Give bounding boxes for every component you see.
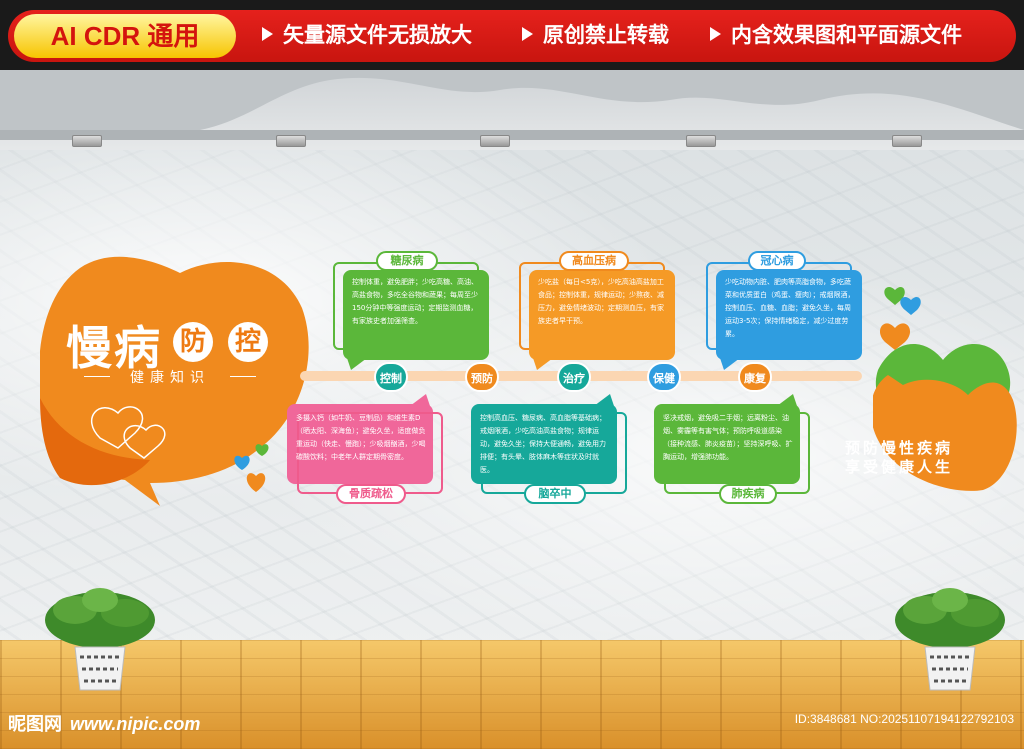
ceiling-light <box>276 135 306 147</box>
card-tail <box>533 358 553 370</box>
card-tail <box>347 358 367 370</box>
title-char-circle: 控 <box>228 322 268 362</box>
osteoporosis-label: 骨质疏松 <box>336 484 406 504</box>
ceiling-light <box>480 135 510 147</box>
card-tail <box>777 394 797 406</box>
banner-item-3: 内含效果图和平面源文件 <box>710 20 962 50</box>
title-char-circle: 防 <box>173 322 213 362</box>
ceiling-light <box>686 135 716 147</box>
slogan-line-2: 享受健康人生 <box>845 458 954 476</box>
watermark-id: ID:3848681 NO:20251107194122792103 <box>794 712 1014 726</box>
banner-item-1: 矢量源文件无损放大 <box>262 20 472 50</box>
top-banner: AI CDR 通用 矢量源文件无损放大 原创禁止转载 内含效果图和平面源文件 <box>0 0 1024 70</box>
card-tail <box>594 394 614 406</box>
hypertension-text: 少吃盐（每日<5克），少吃高油高盐加工食品；控制体重，规律运动；少熬夜、减压力，… <box>538 278 664 325</box>
ceiling-soffit <box>0 70 1024 140</box>
slogan-line-1: 预防慢性疾病 <box>845 439 954 457</box>
potted-plant-left <box>45 588 155 691</box>
stroke-label: 脑卒中 <box>524 484 586 504</box>
watermark-site: 昵图网 www.nipic.com <box>8 714 201 734</box>
timeline-node-care: 保健 <box>647 362 681 392</box>
ceiling-light <box>72 135 102 147</box>
timeline-node-recover: 康复 <box>738 362 772 392</box>
timeline-node-prevent: 预防 <box>465 362 499 392</box>
coronary-text: 少吃动物内脏、肥肉等高脂食物，多吃蔬菜和优质蛋白（鸡蛋、瘦肉）；戒烟限酒，控制血… <box>725 278 855 338</box>
card-tail <box>720 358 740 370</box>
potted-plant-right <box>895 588 1005 691</box>
page-subtitle: 健康知识 <box>84 367 256 387</box>
coronary-label: 冠心病 <box>748 251 806 271</box>
lung-label: 肺疾病 <box>719 484 777 504</box>
osteoporosis-text: 多摄入钙（如牛奶、豆制品）和维生素D（晒太阳、深海鱼）；避免久坐，适度做负重运动… <box>296 414 426 461</box>
play-arrow-icon <box>522 27 533 41</box>
heart-decoration <box>234 444 269 492</box>
banner-tag: AI CDR 通用 <box>14 14 236 58</box>
banner-item-2: 原创禁止转载 <box>522 20 669 50</box>
play-arrow-icon <box>262 27 273 41</box>
stroke-text: 控制高血压、糖尿病、高血脂等基础病；戒烟限酒，少吃高油高盐食物；规律运动，避免久… <box>480 414 606 474</box>
timeline-node-control: 控制 <box>374 362 408 392</box>
hypertension-label: 高血压病 <box>559 251 629 271</box>
play-arrow-icon <box>710 27 721 41</box>
ceiling-light <box>892 135 922 147</box>
card-tail <box>410 394 430 406</box>
diabetes-label: 糖尿病 <box>376 251 438 271</box>
lung-text: 坚决戒烟，避免吸二手烟；远离粉尘、油烟、雾霾等有害气体；预防呼吸道感染（接种流感… <box>663 414 793 461</box>
diabetes-text: 控制体重，避免肥胖；少吃高糖、高油、高盐食物，多吃全谷物和蔬果；每周至少150分… <box>352 278 478 325</box>
timeline-node-treat: 治疗 <box>557 362 591 392</box>
